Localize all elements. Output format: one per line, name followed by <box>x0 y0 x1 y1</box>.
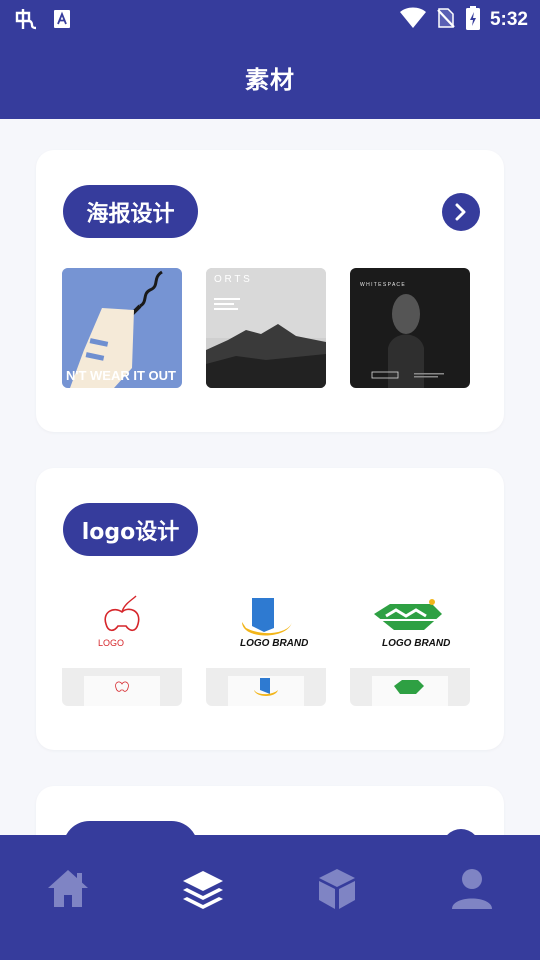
status-right: 5:32 <box>399 6 528 34</box>
content-scroll[interactable]: 海报设计 N'T WEAR IT OUT O R T S W H I T E S… <box>0 119 540 835</box>
thumbnail-poster-2[interactable]: O R T S <box>206 268 326 388</box>
tab-home[interactable]: 首页 <box>38 861 98 921</box>
tab-materials[interactable]: 素材 <box>173 861 233 921</box>
status-left <box>14 7 70 35</box>
status-bar: 5:32 <box>0 0 540 36</box>
a-box-icon <box>54 10 70 32</box>
user-icon <box>451 867 493 915</box>
thumbnail-logo-2[interactable]: LOGO BRAND <box>206 586 326 706</box>
section-card-3 <box>36 786 504 835</box>
bottom-tab-bar: 首页 素材 模型 我的 <box>0 835 540 960</box>
wifi-icon <box>399 7 426 33</box>
layers-icon <box>181 867 225 915</box>
section-title-logo[interactable]: logo设计 <box>63 503 198 556</box>
app-bar: 素材 <box>0 36 540 119</box>
poster-1-caption: N'T WEAR IT OUT <box>66 368 176 383</box>
thumbnail-poster-3[interactable]: W H I T E S P A C E <box>350 268 470 388</box>
home-icon <box>46 867 90 915</box>
battery-charging-icon <box>465 6 480 34</box>
section-card-poster: 海报设计 N'T WEAR IT OUT O R T S W H I T E S… <box>36 150 504 432</box>
logo-3-caption: LOGO BRAND <box>382 638 450 649</box>
chevron-right-icon[interactable] <box>442 193 480 231</box>
logo-1-caption: LOGO <box>98 638 124 648</box>
logo-2-caption: LOGO BRAND <box>240 638 308 649</box>
page-title: 素材 <box>245 66 295 94</box>
tab-model[interactable]: 模型 <box>307 861 367 921</box>
cube-icon <box>317 867 357 915</box>
section-title-3[interactable] <box>63 821 198 835</box>
thumbnail-poster-1[interactable]: N'T WEAR IT OUT <box>62 268 182 388</box>
tab-profile[interactable]: 我的 <box>442 861 502 921</box>
section-title-poster[interactable]: 海报设计 <box>63 185 198 238</box>
status-time: 5:32 <box>489 9 528 30</box>
poster-3-caption: W H I T E S P A C E <box>360 282 405 288</box>
no-sim-icon <box>436 7 456 33</box>
thumbnail-logo-3[interactable]: LOGO BRAND <box>350 586 470 706</box>
thumbnail-logo-1[interactable]: LOGO <box>62 586 182 706</box>
poster-2-caption: O R T S <box>214 274 250 285</box>
bug-icon <box>14 7 40 35</box>
section-card-logo: logo设计 LOGO LOGO BRAND LOGO BRAND <box>36 468 504 750</box>
